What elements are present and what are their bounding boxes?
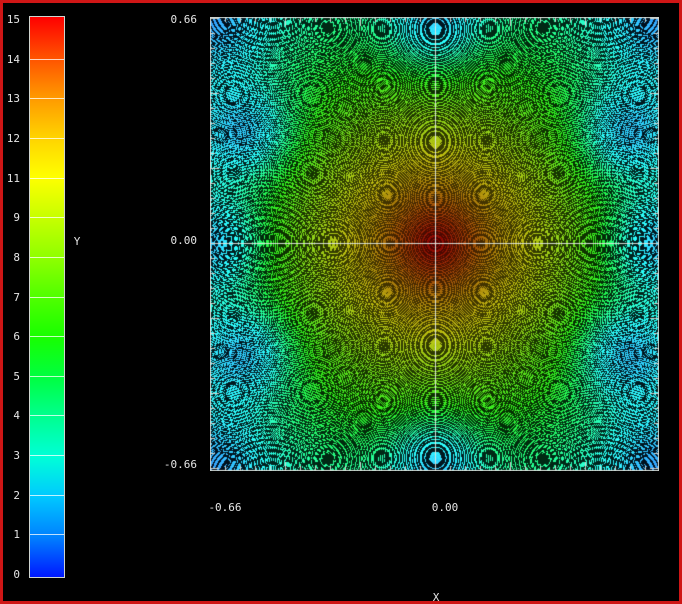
colorbar-tick-label: 2: [3, 490, 20, 501]
colorbar-level-separator: [30, 495, 64, 496]
colorbar-level-separator: [30, 376, 64, 377]
colorbar-tick-label: 1: [3, 529, 20, 540]
colorbar-level-separator: [30, 257, 64, 258]
colorbar-tick-label: 0: [3, 569, 20, 580]
colorbar-tick-label: 12: [3, 133, 20, 144]
colorbar-tick-label: 13: [3, 93, 20, 104]
colorbar-tick-label: 3: [3, 450, 20, 461]
x-axis-tick-label: 0.00: [415, 502, 475, 514]
colorbar-level-separator: [30, 98, 64, 99]
colorbar-level-separator: [30, 415, 64, 416]
colorbar-level-separator: [30, 336, 64, 337]
colorbar-tick-label: 6: [3, 331, 20, 342]
y-axis-tick-label: 0.66: [151, 14, 197, 26]
colorbar-tick-label: 14: [3, 54, 20, 65]
colorbar-tick-label: 11: [3, 173, 20, 184]
plot-window: 15 14 13 12 11 9 8 7 6 5 4 3 2 1 0 0.66 0.00 -0.66 Y -0.…: [0, 0, 682, 604]
x-axis-title: X: [416, 591, 456, 604]
y-axis-tick-label: -0.66: [151, 459, 197, 471]
x-axis-tick-label: -0.66: [195, 502, 255, 514]
colorbar-tick-label: 9: [3, 212, 20, 223]
colorbar-tick-label: 5: [3, 371, 20, 382]
colorbar-level-separator: [30, 534, 64, 535]
colorbar-level-separator: [30, 297, 64, 298]
colorbar-tick-label: 8: [3, 252, 20, 263]
colorbar-level-separator: [30, 138, 64, 139]
colorbar-tick-label: 4: [3, 410, 20, 421]
colorbar-level-separator: [30, 178, 64, 179]
y-axis-tick-label: 0.00: [151, 235, 197, 247]
colorbar-level-separator: [30, 455, 64, 456]
colorbar: [29, 16, 65, 578]
contour-plot-canvas: [210, 17, 659, 471]
colorbar-tick-label: 7: [3, 292, 20, 303]
y-axis-title: Y: [67, 235, 87, 248]
colorbar-level-separator: [30, 217, 64, 218]
colorbar-level-separator: [30, 59, 64, 60]
colorbar-tick-label: 15: [3, 14, 20, 25]
